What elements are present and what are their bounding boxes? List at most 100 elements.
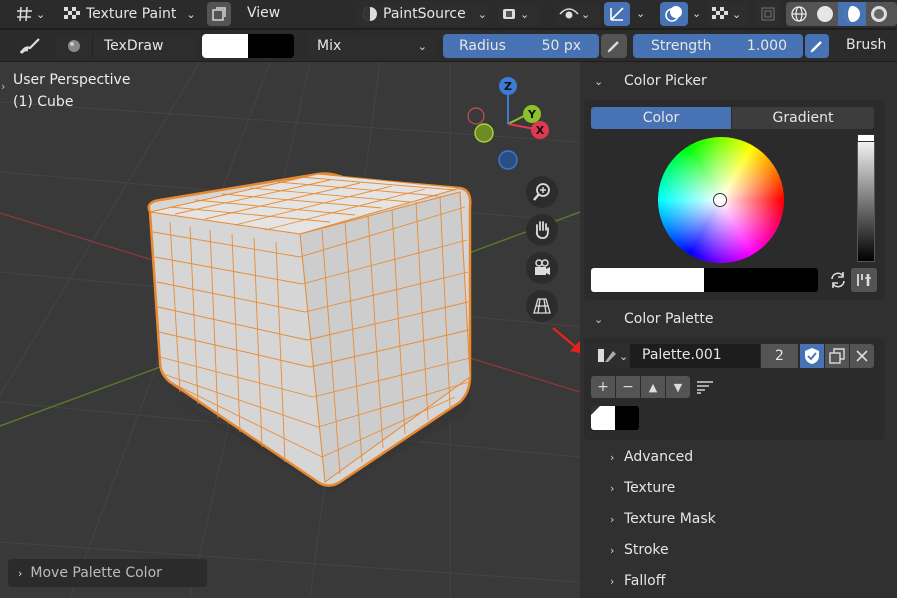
perspective-label: User Perspective xyxy=(13,72,131,88)
duplicate-palette-button[interactable] xyxy=(825,344,849,368)
brush-datablock[interactable]: TexDraw xyxy=(56,34,194,58)
wireframe-shading-icon[interactable] xyxy=(786,5,812,23)
section-texture[interactable]: › Texture xyxy=(580,473,897,503)
value-slider-handle[interactable] xyxy=(857,134,875,142)
swap-colors-icon[interactable] xyxy=(828,270,848,290)
primary-color-swatch[interactable] xyxy=(202,34,248,58)
chevron-right-icon: › xyxy=(610,543,615,557)
remove-color-button[interactable]: − xyxy=(616,376,640,398)
section-falloff[interactable]: › Falloff xyxy=(580,566,897,596)
gizmo-y-label: Y xyxy=(528,107,536,121)
chevron-down-icon: ⌄ xyxy=(581,7,591,21)
move-color-up-button[interactable]: ▲ xyxy=(641,376,665,398)
camera-view-button[interactable] xyxy=(526,252,558,284)
brush-menu[interactable]: Brush xyxy=(846,37,886,53)
rendered-shading-icon[interactable] xyxy=(866,5,892,23)
navigation-gizmo[interactable]: Z Y X xyxy=(462,74,562,174)
tool-settings-bar: TexDraw Mix ⌄ Radius 50 px Strength 1.00… xyxy=(0,29,897,61)
chevron-right-icon: › xyxy=(18,566,23,580)
color-palette-header[interactable]: ⌄ Color Palette xyxy=(580,304,897,334)
eyedropper-icon[interactable] xyxy=(851,268,877,292)
projection-toggle-button[interactable] xyxy=(526,290,558,322)
3d-viewport[interactable]: › User Perspective (1) Cube Z Y X › Move… xyxy=(0,62,580,598)
unlink-palette-button[interactable] xyxy=(850,344,874,368)
texture-overlay-toggle[interactable]: ⌄ xyxy=(708,2,750,26)
sidebar-panel: ⌄ Color Picker Color Gradient ⌄ Color Pa… xyxy=(580,62,897,598)
strength-slider[interactable]: Strength 1.000 xyxy=(633,34,803,58)
palette-name-field[interactable]: Palette.001 xyxy=(630,344,760,368)
strength-pressure-toggle[interactable] xyxy=(805,34,829,58)
color-picker-header[interactable]: ⌄ Color Picker xyxy=(580,66,897,96)
x-ray-toggle[interactable] xyxy=(207,2,231,26)
material-preview-icon[interactable] xyxy=(838,2,866,26)
color-wheel-cursor[interactable] xyxy=(713,193,727,207)
fake-user-toggle[interactable] xyxy=(800,344,824,368)
checker-texture-icon xyxy=(58,6,86,22)
viewport-header: ⌄ Texture Paint ⌄ View PaintSource ⌄ ⌄ ⌄… xyxy=(0,0,897,28)
section-falloff-label: Falloff xyxy=(624,573,666,589)
sort-colors-icon[interactable] xyxy=(694,378,716,396)
mode-label: Texture Paint xyxy=(86,6,177,22)
chevron-right-icon: › xyxy=(610,512,615,526)
palette-secondary-color-swatch[interactable] xyxy=(704,268,818,292)
palette-color-black[interactable] xyxy=(615,406,639,430)
camera-icon xyxy=(535,259,550,275)
object-type-visibility[interactable]: ⌄ xyxy=(498,2,538,26)
secondary-color-swatch[interactable] xyxy=(248,34,294,58)
section-advanced[interactable]: › Advanced xyxy=(580,442,897,472)
radius-slider[interactable]: Radius 50 px xyxy=(443,34,599,58)
move-color-down-button[interactable]: ▼ xyxy=(666,376,690,398)
blend-mode-label: Mix xyxy=(317,38,342,54)
palette-browse-button[interactable]: ⌄ xyxy=(591,344,629,368)
chevron-right-icon: › xyxy=(610,450,615,464)
value-slider[interactable] xyxy=(857,134,875,262)
region-toggle-arrow-icon[interactable]: › xyxy=(1,80,5,93)
zoom-icon xyxy=(533,183,550,201)
mode-dropdown[interactable]: Texture Paint ⌄ xyxy=(58,2,200,26)
gizmo-toggle[interactable] xyxy=(604,2,630,26)
tab-color[interactable]: Color xyxy=(591,107,731,129)
strength-value: 1.000 xyxy=(746,38,787,54)
solid-shading-icon[interactable] xyxy=(812,5,838,23)
add-color-button[interactable]: + xyxy=(591,376,615,398)
section-advanced-label: Advanced xyxy=(624,449,694,465)
section-texture-mask[interactable]: › Texture Mask xyxy=(580,504,897,534)
chevron-right-icon: › xyxy=(610,481,615,495)
blend-mode-dropdown[interactable]: Mix ⌄ xyxy=(307,34,435,58)
radius-pressure-toggle[interactable] xyxy=(601,34,627,58)
palette-users-count[interactable]: 2 xyxy=(761,344,798,368)
tab-gradient[interactable]: Gradient xyxy=(732,107,874,129)
paint-source-dropdown[interactable]: PaintSource ⌄ xyxy=(357,2,487,26)
editor-type-button[interactable]: ⌄ xyxy=(14,2,52,26)
chevron-down-icon[interactable]: ⌄ xyxy=(692,7,701,20)
shading-mode-group xyxy=(786,2,897,26)
radius-label: Radius xyxy=(459,38,506,54)
gizmo-z-axis[interactable]: Z xyxy=(499,77,517,95)
triangle-down-icon: ▼ xyxy=(673,380,683,394)
viewport-gizmos-toggle[interactable]: ⌄ xyxy=(557,2,599,26)
chevron-down-icon[interactable]: ⌄ xyxy=(636,7,645,20)
pen-pressure-icon xyxy=(810,39,824,53)
brush-preview-icon xyxy=(56,39,92,53)
brush-tool-icon[interactable] xyxy=(16,34,44,58)
xray-button[interactable] xyxy=(756,2,780,26)
gizmo-x-axis[interactable]: X xyxy=(531,121,549,139)
chevron-down-icon: ⌄ xyxy=(619,349,629,363)
active-color-marker-icon xyxy=(591,406,600,415)
palette-color-white[interactable] xyxy=(591,406,615,430)
pan-button[interactable] xyxy=(526,214,558,246)
palette-primary-color-swatch[interactable] xyxy=(591,268,704,292)
overlay-toggle[interactable] xyxy=(660,2,688,26)
triangle-up-icon: ▲ xyxy=(648,380,658,394)
tab-color-label: Color xyxy=(642,110,680,126)
grid-editor-icon xyxy=(14,5,36,23)
zoom-button[interactable] xyxy=(526,176,558,208)
view-menu[interactable]: View xyxy=(247,5,280,21)
last-operator-panel[interactable]: › Move Palette Color xyxy=(8,559,207,587)
section-stroke[interactable]: › Stroke xyxy=(580,535,897,565)
eye-icon xyxy=(557,7,581,21)
section-texture-label: Texture xyxy=(624,480,676,496)
color-picker-title: Color Picker xyxy=(624,73,707,89)
section-stroke-label: Stroke xyxy=(624,542,669,558)
half-circle-icon xyxy=(357,6,383,22)
